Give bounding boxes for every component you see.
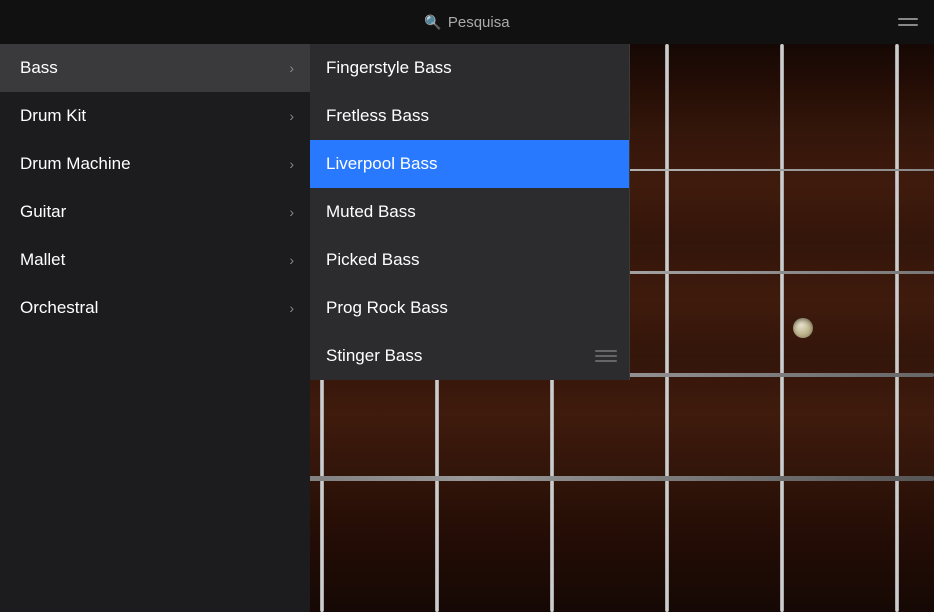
- fret-6: [780, 44, 784, 612]
- sidebar-item-mallet[interactable]: Mallet ›: [0, 236, 310, 284]
- scroll-indicator: [595, 350, 617, 362]
- fret-5: [665, 44, 669, 612]
- chevron-right-icon: ›: [289, 156, 294, 172]
- chevron-right-icon: ›: [289, 204, 294, 220]
- sidebar-item-drum-kit-label: Drum Kit: [20, 106, 86, 126]
- sidebar-item-bass-label: Bass: [20, 58, 58, 78]
- dropdown-item-picked-bass-label: Picked Bass: [326, 250, 420, 270]
- sidebar: Bass › Drum Kit › Drum Machine › Guitar …: [0, 44, 310, 612]
- sidebar-item-drum-kit[interactable]: Drum Kit ›: [0, 92, 310, 140]
- chevron-right-icon: ›: [289, 60, 294, 76]
- chevron-right-icon: ›: [289, 108, 294, 124]
- dropdown-panel: Fingerstyle Bass Fretless Bass Liverpool…: [310, 44, 630, 380]
- dropdown-item-fingerstyle-bass-label: Fingerstyle Bass: [326, 58, 452, 78]
- menu-icon[interactable]: [898, 18, 918, 26]
- chevron-right-icon: ›: [289, 300, 294, 316]
- dropdown-item-picked-bass[interactable]: Picked Bass: [310, 236, 629, 284]
- search-label: Pesquisa: [448, 14, 510, 31]
- sidebar-item-orchestral-label: Orchestral: [20, 298, 98, 318]
- dropdown-item-stinger-bass-label: Stinger Bass: [326, 346, 422, 366]
- search-icon: 🔍: [424, 14, 441, 31]
- top-bar: 🔍 Pesquisa: [0, 0, 934, 44]
- dropdown-item-fretless-bass-label: Fretless Bass: [326, 106, 429, 126]
- sidebar-item-drum-machine[interactable]: Drum Machine ›: [0, 140, 310, 188]
- dropdown-item-stinger-bass[interactable]: Stinger Bass: [310, 332, 629, 380]
- dropdown-item-prog-rock-bass[interactable]: Prog Rock Bass: [310, 284, 629, 332]
- fret-7: [895, 44, 899, 612]
- dropdown-item-liverpool-bass-label: Liverpool Bass: [326, 154, 438, 174]
- dropdown-item-fingerstyle-bass[interactable]: Fingerstyle Bass: [310, 44, 629, 92]
- dropdown-item-muted-bass-label: Muted Bass: [326, 202, 416, 222]
- dropdown-item-fretless-bass[interactable]: Fretless Bass: [310, 92, 629, 140]
- sidebar-item-bass[interactable]: Bass ›: [0, 44, 310, 92]
- sidebar-item-orchestral[interactable]: Orchestral ›: [0, 284, 310, 332]
- chevron-right-icon: ›: [289, 252, 294, 268]
- fret-marker-3: [793, 318, 813, 338]
- search-box[interactable]: 🔍 Pesquisa: [424, 14, 509, 31]
- main-content: Bass › Drum Kit › Drum Machine › Guitar …: [0, 44, 934, 612]
- sidebar-item-guitar-label: Guitar: [20, 202, 66, 222]
- dropdown-item-liverpool-bass[interactable]: Liverpool Bass: [310, 140, 629, 188]
- sidebar-item-guitar[interactable]: Guitar ›: [0, 188, 310, 236]
- sidebar-item-mallet-label: Mallet: [20, 250, 65, 270]
- sidebar-item-drum-machine-label: Drum Machine: [20, 154, 131, 174]
- dropdown-item-muted-bass[interactable]: Muted Bass: [310, 188, 629, 236]
- dropdown-item-prog-rock-bass-label: Prog Rock Bass: [326, 298, 448, 318]
